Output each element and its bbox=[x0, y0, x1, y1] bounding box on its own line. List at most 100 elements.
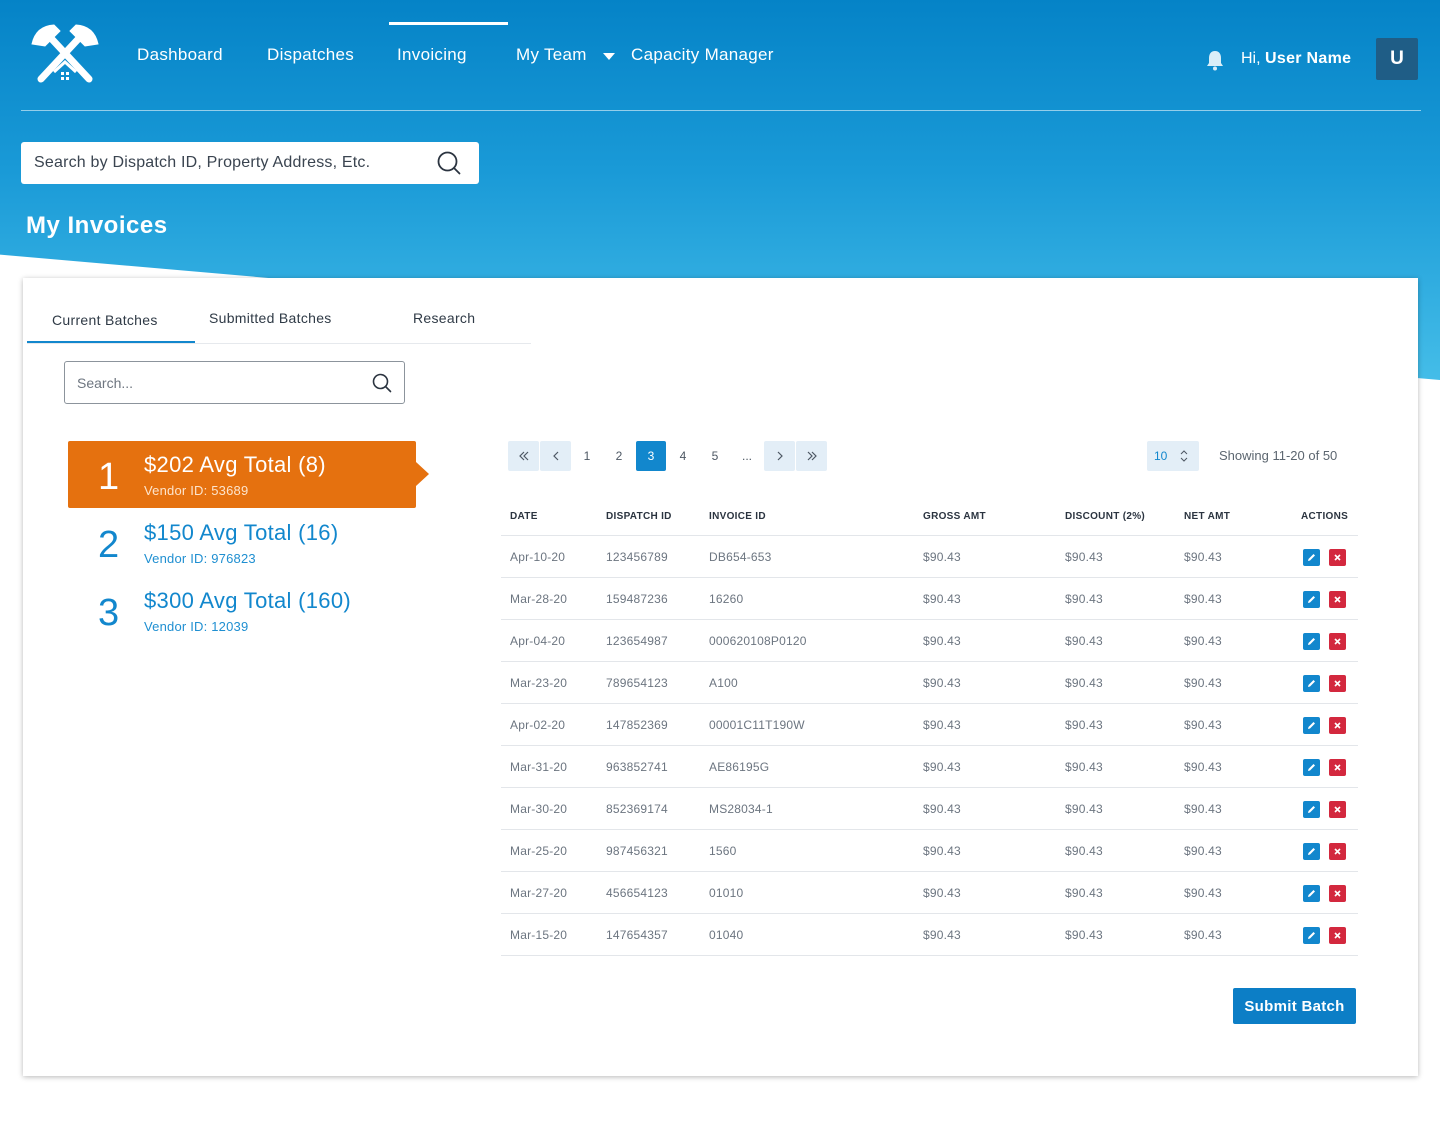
nav-item-dispatches[interactable]: Dispatches bbox=[267, 45, 354, 65]
edit-button[interactable] bbox=[1303, 675, 1320, 692]
pencil-icon bbox=[1308, 848, 1315, 855]
delete-button[interactable] bbox=[1329, 843, 1346, 860]
edit-button[interactable] bbox=[1303, 885, 1320, 902]
edit-button[interactable] bbox=[1303, 591, 1320, 608]
bell-icon[interactable] bbox=[1205, 49, 1225, 71]
nav-item-invoicing[interactable]: Invoicing bbox=[397, 45, 467, 65]
cell-net-amt: $90.43 bbox=[1184, 676, 1222, 690]
delete-button[interactable] bbox=[1329, 717, 1346, 734]
delete-button[interactable] bbox=[1329, 633, 1346, 650]
column-header-discount[interactable]: DISCOUNT (2%) bbox=[1065, 511, 1145, 522]
batch-search-input[interactable] bbox=[77, 374, 357, 391]
edit-button[interactable] bbox=[1303, 633, 1320, 650]
delete-button[interactable] bbox=[1329, 801, 1346, 818]
column-header-net-amt[interactable]: NET AMT bbox=[1184, 511, 1230, 522]
tab-current-batches[interactable]: Current Batches bbox=[52, 312, 158, 328]
cell-discount: $90.43 bbox=[1065, 676, 1103, 690]
cell-dispatch-id[interactable]: 963852741 bbox=[606, 760, 668, 774]
tab-submitted-batches[interactable]: Submitted Batches bbox=[209, 310, 332, 326]
prev-page-button[interactable] bbox=[540, 441, 571, 471]
edit-button[interactable] bbox=[1303, 927, 1320, 944]
column-divider bbox=[1173, 578, 1175, 619]
batch-item-2[interactable]: 2 $150 Avg Total (16) Vendor ID: 976823 bbox=[68, 509, 416, 576]
cell-date: Mar-28-20 bbox=[510, 592, 568, 606]
cell-dispatch-id[interactable]: 123654987 bbox=[606, 634, 668, 648]
column-header-dispatch-id[interactable]: DISPATCH ID bbox=[606, 511, 672, 522]
global-search-box bbox=[21, 142, 479, 184]
column-header-gross-amt[interactable]: GROSS AMT bbox=[923, 511, 986, 522]
search-icon[interactable] bbox=[372, 373, 392, 393]
cell-discount: $90.43 bbox=[1065, 802, 1103, 816]
cell-invoice-id: MS28034-1 bbox=[709, 802, 773, 816]
close-icon bbox=[1334, 638, 1341, 645]
column-header-actions: ACTIONS bbox=[1301, 511, 1349, 522]
pencil-icon bbox=[1308, 806, 1315, 813]
batch-number: 2 bbox=[98, 524, 120, 566]
cell-discount: $90.43 bbox=[1065, 592, 1103, 606]
submit-batch-button[interactable]: Submit Batch bbox=[1233, 988, 1356, 1024]
delete-button[interactable] bbox=[1329, 549, 1346, 566]
cell-net-amt: $90.43 bbox=[1184, 760, 1222, 774]
nav-item-my-team[interactable]: My Team bbox=[516, 45, 587, 65]
edit-button[interactable] bbox=[1303, 549, 1320, 566]
global-search-input[interactable] bbox=[34, 154, 424, 172]
page-number[interactable]: 4 bbox=[668, 441, 698, 471]
cell-net-amt: $90.43 bbox=[1184, 886, 1222, 900]
close-icon bbox=[1334, 932, 1341, 939]
table-row: Mar-31-20 963852741 AE86195G $90.43 $90.… bbox=[501, 746, 1358, 788]
edit-button[interactable] bbox=[1303, 801, 1320, 818]
delete-button[interactable] bbox=[1329, 759, 1346, 776]
cell-date: Apr-04-20 bbox=[510, 634, 566, 648]
batch-number: 3 bbox=[98, 592, 120, 634]
page-ellipsis: ... bbox=[741, 449, 752, 463]
batch-vendor-id: Vendor ID: 12039 bbox=[144, 619, 249, 634]
column-header-date[interactable]: DATE bbox=[510, 511, 538, 522]
nav-divider bbox=[21, 110, 1421, 111]
cell-dispatch-id[interactable]: 987456321 bbox=[606, 844, 668, 858]
delete-button[interactable] bbox=[1329, 885, 1346, 902]
page-number[interactable]: 1 bbox=[572, 441, 602, 471]
search-icon[interactable] bbox=[437, 151, 461, 175]
tab-research[interactable]: Research bbox=[413, 310, 475, 326]
invoices-table: DATE DISPATCH ID INVOICE ID GROSS AMT DI… bbox=[501, 500, 1358, 956]
cell-dispatch-id[interactable]: 147654357 bbox=[606, 928, 668, 942]
close-icon bbox=[1334, 596, 1341, 603]
batch-vendor-id: Vendor ID: 976823 bbox=[144, 551, 256, 566]
tab-active-indicator bbox=[27, 341, 195, 343]
sort-arrows-icon bbox=[1180, 450, 1188, 462]
chevron-down-icon[interactable] bbox=[603, 53, 615, 60]
page-number[interactable]: 5 bbox=[700, 441, 730, 471]
edit-button[interactable] bbox=[1303, 843, 1320, 860]
page-number-current[interactable]: 3 bbox=[636, 441, 666, 471]
cell-date: Mar-25-20 bbox=[510, 844, 568, 858]
edit-button[interactable] bbox=[1303, 759, 1320, 776]
next-page-button[interactable] bbox=[764, 441, 795, 471]
column-divider bbox=[1173, 662, 1175, 703]
cell-dispatch-id[interactable]: 123456789 bbox=[606, 550, 668, 564]
page-size-select[interactable]: 10 bbox=[1147, 441, 1199, 471]
cell-dispatch-id[interactable]: 456654123 bbox=[606, 886, 668, 900]
batch-item-3[interactable]: 3 $300 Avg Total (160) Vendor ID: 12039 bbox=[68, 577, 416, 644]
last-page-button[interactable] bbox=[796, 441, 827, 471]
cell-dispatch-id[interactable]: 159487236 bbox=[606, 592, 668, 606]
table-row: Mar-30-20 852369174 MS28034-1 $90.43 $90… bbox=[501, 788, 1358, 830]
avatar[interactable]: U bbox=[1376, 38, 1418, 80]
cell-dispatch-id[interactable]: 852369174 bbox=[606, 802, 668, 816]
invoices-card: Current Batches Submitted Batches Resear… bbox=[23, 278, 1418, 1076]
cell-gross-amt: $90.43 bbox=[923, 760, 961, 774]
first-page-button[interactable] bbox=[508, 441, 539, 471]
cell-dispatch-id[interactable]: 789654123 bbox=[606, 676, 668, 690]
table-row: Mar-28-20 159487236 16260 $90.43 $90.43 … bbox=[501, 578, 1358, 620]
edit-button[interactable] bbox=[1303, 717, 1320, 734]
delete-button[interactable] bbox=[1329, 591, 1346, 608]
page-number[interactable]: 2 bbox=[604, 441, 634, 471]
cell-invoice-id: A100 bbox=[709, 676, 738, 690]
delete-button[interactable] bbox=[1329, 927, 1346, 944]
column-header-invoice-id[interactable]: INVOICE ID bbox=[709, 511, 766, 522]
table-row: Apr-02-20 147852369 00001C11T190W $90.43… bbox=[501, 704, 1358, 746]
nav-item-capacity-manager[interactable]: Capacity Manager bbox=[631, 45, 774, 65]
nav-item-dashboard[interactable]: Dashboard bbox=[137, 45, 223, 65]
delete-button[interactable] bbox=[1329, 675, 1346, 692]
cell-dispatch-id[interactable]: 147852369 bbox=[606, 718, 668, 732]
batch-item-1[interactable]: 1 $202 Avg Total (8) Vendor ID: 53689 bbox=[68, 441, 429, 508]
